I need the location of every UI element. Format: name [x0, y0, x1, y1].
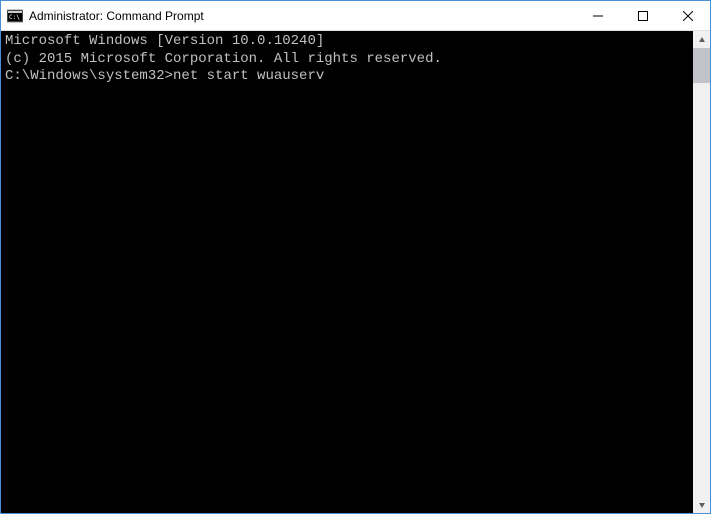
vertical-scrollbar[interactable] [693, 31, 710, 513]
window-title: Administrator: Command Prompt [29, 9, 575, 23]
scroll-track[interactable] [693, 48, 710, 496]
terminal-area: Microsoft Windows [Version 10.0.10240](c… [1, 31, 710, 513]
maximize-button[interactable] [620, 1, 665, 30]
titlebar[interactable]: C:\ Administrator: Command Prompt [1, 1, 710, 31]
terminal-output[interactable]: Microsoft Windows [Version 10.0.10240](c… [1, 31, 693, 513]
terminal-prompt: C:\Windows\system32> [5, 68, 173, 84]
cmd-icon: C:\ [7, 8, 23, 24]
window-controls [575, 1, 710, 30]
terminal-command-input[interactable]: net start wuauserv [173, 68, 324, 84]
close-button[interactable] [665, 1, 710, 30]
terminal-line: Microsoft Windows [Version 10.0.10240] [5, 33, 689, 51]
command-prompt-window: C:\ Administrator: Command Prompt Micros… [0, 0, 711, 514]
scroll-up-button[interactable] [693, 31, 710, 48]
scroll-thumb[interactable] [693, 48, 710, 83]
minimize-button[interactable] [575, 1, 620, 30]
terminal-line: (c) 2015 Microsoft Corporation. All righ… [5, 51, 689, 69]
scroll-down-button[interactable] [693, 496, 710, 513]
svg-text:C:\: C:\ [9, 14, 20, 21]
